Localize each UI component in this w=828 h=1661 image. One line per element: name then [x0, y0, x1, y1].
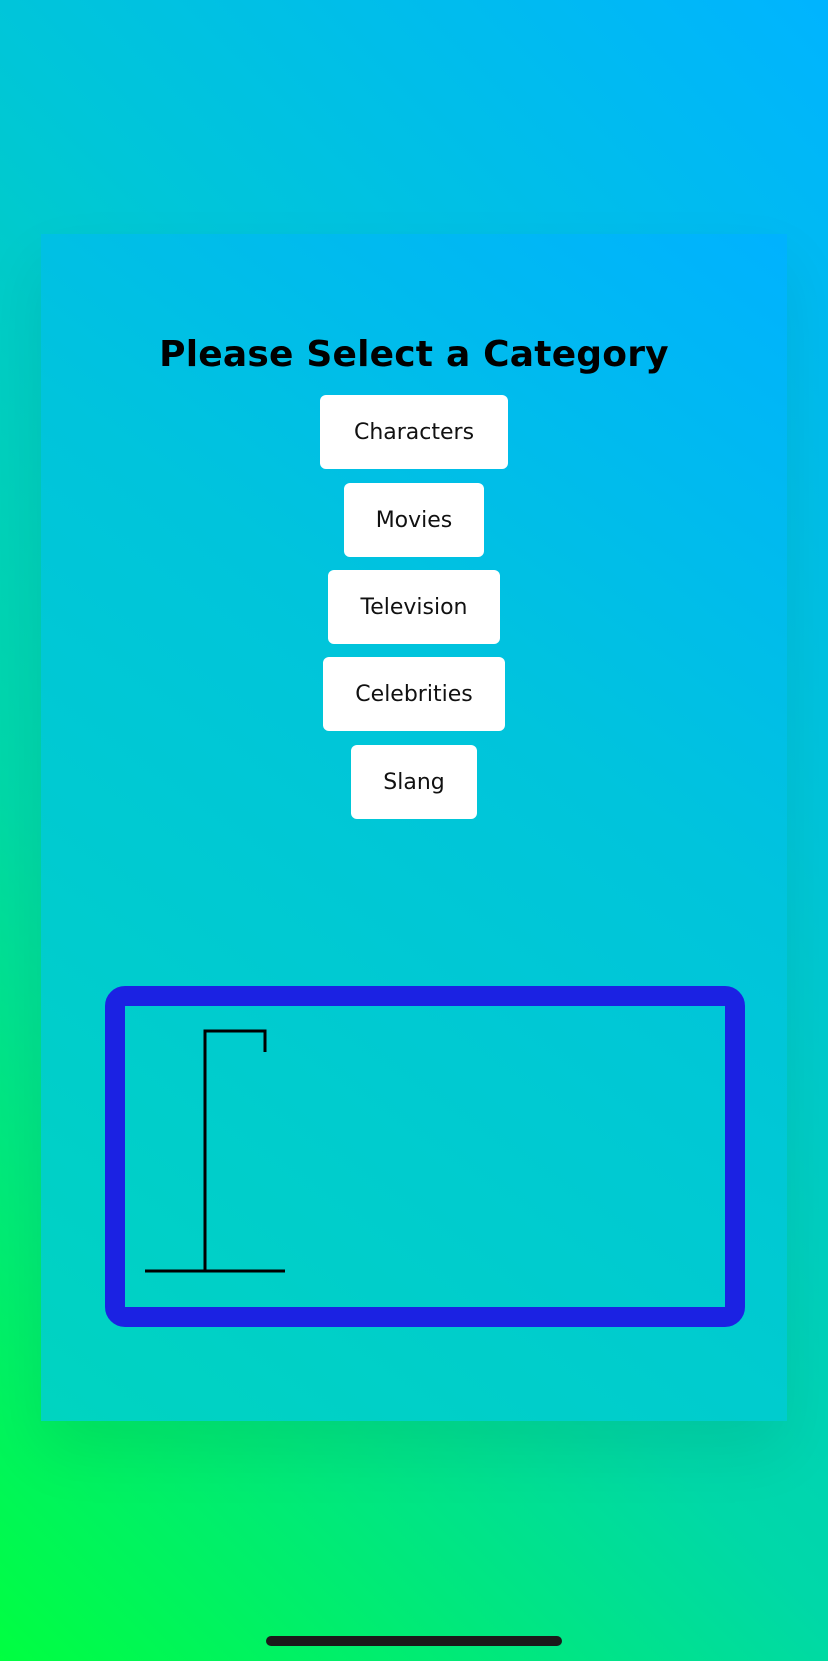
gallows-drawing [145, 1029, 285, 1273]
category-button-slang[interactable]: Slang [351, 745, 477, 819]
page-title: Please Select a Category [159, 334, 669, 375]
category-button-celebrities[interactable]: Celebrities [323, 657, 505, 731]
hangman-drawing-frame [105, 986, 745, 1327]
category-button-television[interactable]: Television [328, 570, 500, 644]
category-button-movies[interactable]: Movies [344, 483, 484, 557]
home-indicator[interactable] [266, 1636, 562, 1646]
category-button-characters[interactable]: Characters [320, 395, 508, 469]
game-panel: Please Select a Category Characters Movi… [41, 234, 787, 1421]
